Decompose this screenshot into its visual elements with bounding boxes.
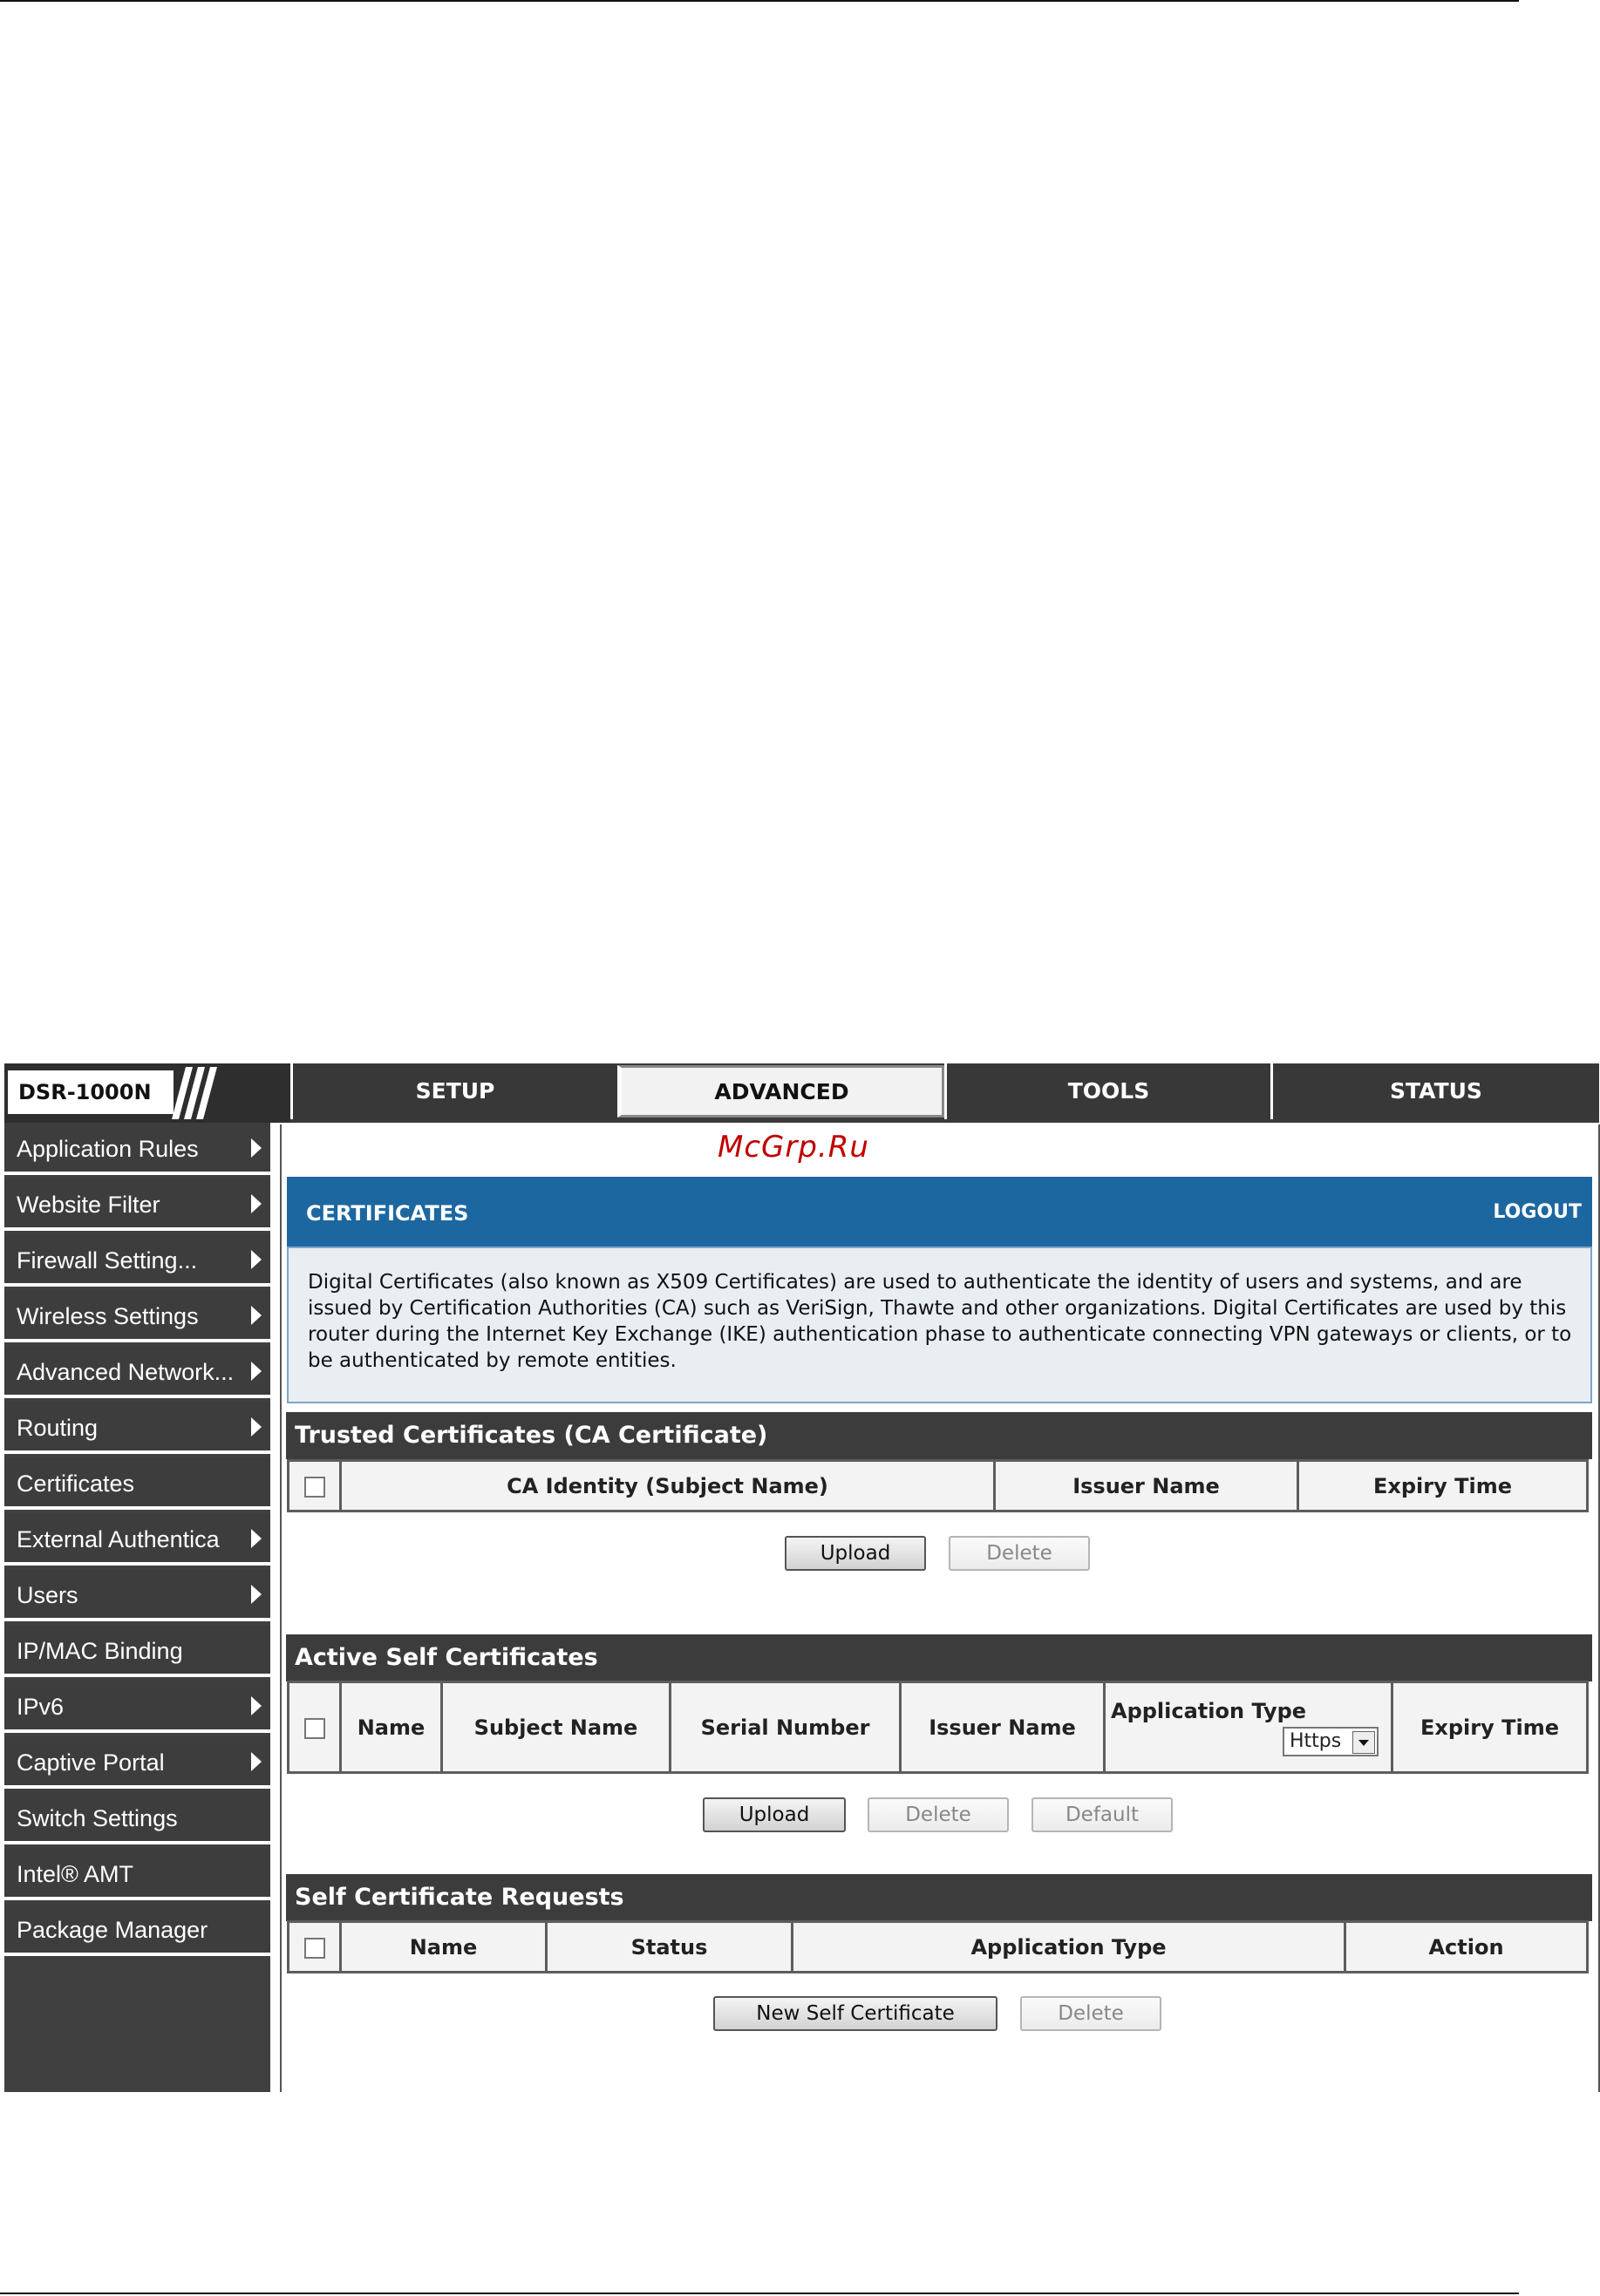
top-navigation-bar: DSR-1000N SETUP ADVANCED TOOLS STATUS (4, 1063, 1599, 1123)
top-rule (0, 0, 1519, 2)
select-all-checkbox[interactable] (303, 1476, 325, 1498)
tab-setup[interactable]: SETUP (290, 1063, 617, 1119)
sidebar-item-label: Certificates (17, 1471, 135, 1497)
sidebar-item-label: Package Manager (17, 1917, 208, 1943)
sidebar-item-users[interactable]: Users (4, 1569, 270, 1621)
sidebar-item-application-rules[interactable]: Application Rules (4, 1123, 270, 1175)
model-label: DSR-1000N (8, 1070, 174, 1114)
chevron-right-icon (251, 1529, 262, 1548)
sidebar-item-ip-mac-binding[interactable]: IP/MAC Binding (4, 1625, 270, 1677)
bottom-rule (0, 2293, 1519, 2294)
column-header: Application Type (1111, 1698, 1307, 1723)
chevron-right-icon (251, 1752, 262, 1771)
application-type-header: Application Type Https (1103, 1681, 1393, 1774)
column-header: Issuer Name (993, 1459, 1299, 1512)
table-header-row: Name Subject Name Serial Number Issuer N… (287, 1681, 1589, 1774)
select-all-checkbox[interactable] (303, 1937, 325, 1959)
sidebar-item-label: IPv6 (17, 1694, 65, 1720)
sidebar-item-intel-amt[interactable]: Intel® AMT (4, 1848, 270, 1900)
sidebar-item-label: Advanced Network... (17, 1359, 235, 1385)
sidebar-item-label: Routing (17, 1415, 99, 1441)
sidebar-item-label: Captive Portal (17, 1749, 165, 1776)
sidebar-item-captive-portal[interactable]: Captive Portal (4, 1736, 270, 1789)
page-description: Digital Certificates (also known as X509… (287, 1246, 1592, 1403)
column-header: Application Type (791, 1920, 1346, 1973)
chevron-right-icon (251, 1417, 262, 1437)
sidebar-item-package-manager[interactable]: Package Manager (4, 1904, 270, 1956)
sidebar-item-label: Website Filter (17, 1192, 160, 1218)
tab-status[interactable]: STATUS (1270, 1063, 1599, 1119)
application-type-filter: Https (1111, 1726, 1386, 1756)
sidebar-item-label: Firewall Setting... (17, 1247, 198, 1274)
sidebar-item-label: Intel® AMT (17, 1861, 133, 1887)
sidebar-item-label: IP/MAC Binding (17, 1638, 183, 1664)
sidebar-item-certificates[interactable]: Certificates (4, 1457, 270, 1510)
active-upload-button[interactable]: Upload (703, 1797, 846, 1832)
sidebar-item-label: Wireless Settings (17, 1303, 199, 1329)
tab-advanced[interactable]: ADVANCED (617, 1065, 944, 1117)
active-default-button[interactable]: Default (1031, 1797, 1173, 1832)
trusted-delete-button[interactable]: Delete (949, 1536, 1090, 1571)
chevron-right-icon (251, 1362, 262, 1381)
chevron-right-icon (251, 1194, 262, 1213)
page-header: CERTIFICATES LOGOUT (287, 1177, 1592, 1246)
logout-link[interactable]: LOGOUT (1493, 1201, 1582, 1223)
column-header: Expiry Time (1391, 1681, 1589, 1774)
sidebar-item-label: Application Rules (17, 1136, 199, 1162)
chevron-right-icon (251, 1250, 262, 1269)
select-all-cell (287, 1681, 342, 1774)
column-header: Subject Name (440, 1681, 671, 1774)
trusted-upload-button[interactable]: Upload (785, 1536, 926, 1571)
application-type-select[interactable]: Https (1283, 1726, 1379, 1756)
logo-stripes-icon (172, 1067, 217, 1119)
column-header: Status (545, 1920, 793, 1973)
select-value: Https (1290, 1729, 1342, 1752)
column-header: Expiry Time (1297, 1459, 1589, 1512)
sidebar-item-label: Users (17, 1582, 78, 1608)
active-self-certificates-table: Name Subject Name Serial Number Issuer N… (287, 1681, 1589, 1774)
sidebar-item-website-filter[interactable]: Website Filter (4, 1179, 270, 1231)
sidebar-item-switch-settings[interactable]: Switch Settings (4, 1792, 270, 1844)
main-content: McGrp.Ru CERTIFICATES LOGOUT Digital Cer… (280, 1124, 1600, 2092)
sidebar-item-ipv6[interactable]: IPv6 (4, 1681, 270, 1733)
column-header: CA Identity (Subject Name) (339, 1459, 996, 1512)
active-delete-button[interactable]: Delete (868, 1797, 1009, 1832)
column-header: Serial Number (669, 1681, 902, 1774)
sidebar-item-firewall-settings[interactable]: Firewall Setting... (4, 1234, 270, 1287)
sidebar-item-label: External Authentica (17, 1526, 220, 1552)
select-all-cell (287, 1920, 342, 1973)
select-all-cell (287, 1459, 342, 1512)
chevron-right-icon (251, 1585, 262, 1604)
router-admin-window: DSR-1000N SETUP ADVANCED TOOLS STATUS Ap… (4, 1063, 1600, 2092)
column-header: Action (1344, 1920, 1589, 1973)
tab-tools[interactable]: TOOLS (944, 1063, 1270, 1119)
self-certificate-requests-title: Self Certificate Requests (286, 1874, 1592, 1921)
trusted-certificates-title: Trusted Certificates (CA Certificate) (286, 1412, 1592, 1459)
sidebar-item-advanced-network[interactable]: Advanced Network... (4, 1346, 270, 1398)
select-all-checkbox[interactable] (303, 1717, 325, 1739)
column-header: Issuer Name (899, 1681, 1106, 1774)
sidebar-item-external-authentication[interactable]: External Authentica (4, 1513, 270, 1566)
column-header: Name (339, 1920, 548, 1973)
column-header: Name (339, 1681, 443, 1774)
chevron-right-icon (251, 1138, 262, 1158)
logo-area: DSR-1000N (4, 1063, 290, 1123)
active-self-certificates-title: Active Self Certificates (286, 1634, 1592, 1681)
chevron-down-icon (1352, 1730, 1375, 1754)
table-header-row: Name Status Application Type Action (287, 1920, 1589, 1973)
new-self-certificate-button[interactable]: New Self Certificate (713, 1996, 997, 2031)
page-title: CERTIFICATES (306, 1201, 469, 1226)
table-header-row: CA Identity (Subject Name) Issuer Name E… (287, 1459, 1589, 1512)
sidebar-item-routing[interactable]: Routing (4, 1402, 270, 1454)
requests-delete-button[interactable]: Delete (1020, 1996, 1161, 2031)
trusted-certificates-table: CA Identity (Subject Name) Issuer Name E… (287, 1459, 1589, 1512)
sidebar-item-label: Switch Settings (17, 1805, 178, 1831)
sidebar-item-wireless-settings[interactable]: Wireless Settings (4, 1290, 270, 1342)
chevron-right-icon (251, 1306, 262, 1325)
watermark-text: McGrp.Ru (718, 1130, 869, 1165)
sidebar: Application Rules Website Filter Firewal… (4, 1123, 270, 2092)
self-certificate-requests-table: Name Status Application Type Action (287, 1920, 1589, 1973)
chevron-right-icon (251, 1696, 262, 1715)
